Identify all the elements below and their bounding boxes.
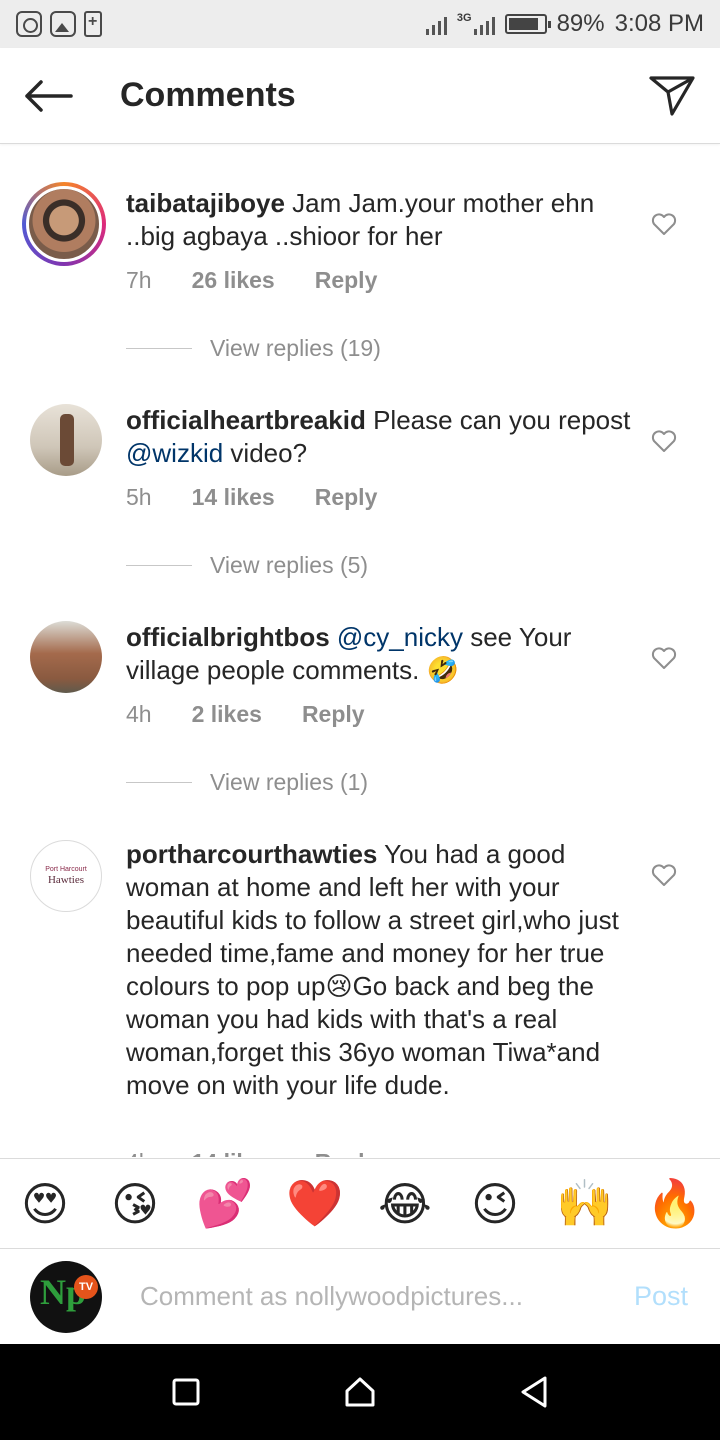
system-nav-bar <box>0 1344 720 1440</box>
comment-time: 7h <box>126 267 152 293</box>
avatar[interactable] <box>22 182 106 266</box>
gallery-icon <box>50 11 76 37</box>
direct-message-button[interactable] <box>624 48 720 144</box>
home-icon[interactable] <box>343 1375 377 1409</box>
reply-button[interactable]: Reply <box>315 1149 378 1157</box>
comment-meta: 4h 14 likes Reply <box>126 1149 377 1157</box>
likes-count[interactable]: 14 likes <box>192 1149 275 1157</box>
header: Comments <box>0 48 720 144</box>
comment-meta: 4h 2 likes Reply <box>126 701 365 728</box>
battery-percent: 89% <box>556 10 605 37</box>
emoji-quick-bar: 😍 😘 💕 ❤️ 😂 😉 🙌 🔥 <box>0 1158 720 1248</box>
comment-time: 4h <box>126 701 152 727</box>
view-replies-button[interactable]: View replies (19) <box>126 335 381 362</box>
comment-time: 4h <box>126 1149 152 1157</box>
emoji-kiss[interactable]: 😘 <box>106 1177 164 1231</box>
avatar-brand-bottom: Hawties <box>47 874 85 886</box>
emoji-two-hearts[interactable]: 💕 <box>196 1176 254 1231</box>
reply-button[interactable]: Reply <box>315 484 378 511</box>
likes-count[interactable]: 26 likes <box>192 267 275 294</box>
comment-meta: 5h 14 likes Reply <box>126 484 377 511</box>
comment-username[interactable]: taibatajiboye <box>126 188 285 218</box>
comment-meta: 7h 26 likes Reply <box>126 267 377 294</box>
heart-icon[interactable] <box>650 427 678 455</box>
heart-icon[interactable] <box>650 644 678 672</box>
view-replies-button[interactable]: View replies (1) <box>126 769 368 796</box>
mention-link[interactable]: @cy_nicky <box>337 622 463 652</box>
comment-username[interactable]: officialheartbreakid <box>126 405 366 435</box>
battery-icon <box>504 14 551 34</box>
post-button[interactable]: Post <box>634 1281 688 1312</box>
comment-username[interactable]: portharcourthawties <box>126 839 377 869</box>
view-replies-button[interactable]: View replies (5) <box>126 552 368 579</box>
comment-text: taibatajiboye Jam Jam.your mother ehn ..… <box>126 187 636 253</box>
heart-icon[interactable] <box>650 210 678 238</box>
page-title: Comments <box>120 76 296 114</box>
comment-text: portharcourthawties You had a good woman… <box>126 838 636 1102</box>
emoji-fire[interactable]: 🔥 <box>646 1176 704 1231</box>
view-replies-label: View replies (1) <box>210 769 369 795</box>
reply-button[interactable]: Reply <box>315 267 378 294</box>
instagram-icon <box>16 11 42 37</box>
system-status: 3G 89% 3:08 PM <box>425 10 704 38</box>
avatar-badge: TV <box>74 1274 98 1299</box>
arrow-left-icon <box>25 79 73 112</box>
back-nav-icon[interactable] <box>519 1375 549 1409</box>
heart-icon[interactable] <box>650 861 678 889</box>
comment-username[interactable]: officialbrightbos <box>126 622 330 652</box>
emoji-raised-hands[interactable]: 🙌 <box>556 1176 614 1231</box>
paper-plane-icon <box>649 75 695 116</box>
comment-time: 5h <box>126 484 152 510</box>
signal-icon <box>425 13 447 35</box>
emoji-tears-of-joy[interactable]: 😂 <box>376 1177 434 1231</box>
signal-icon-2 <box>473 13 495 35</box>
comment-text: officialbrightbos @cy_nicky see Your vil… <box>126 622 572 685</box>
comment-input[interactable]: Comment as nollywoodpictures... <box>140 1281 523 1312</box>
comment-text: officialheartbreakid Please can you repo… <box>126 405 631 468</box>
emoji-heart-eyes[interactable]: 😍 <box>16 1177 74 1231</box>
clock: 3:08 PM <box>614 10 704 37</box>
avatar: Np TV <box>30 1260 102 1333</box>
view-replies-label: View replies (5) <box>210 552 369 578</box>
avatar[interactable] <box>30 621 102 693</box>
comment-composer: Np TV Comment as nollywoodpictures... Po… <box>0 1248 720 1344</box>
recents-icon[interactable] <box>171 1377 201 1407</box>
comment-body: You had a good woman at home and left he… <box>126 839 619 1100</box>
likes-count[interactable]: 14 likes <box>192 484 275 511</box>
notification-icons <box>16 11 102 37</box>
comments-list[interactable]: taibatajiboye Jam Jam.your mother ehn ..… <box>0 145 720 1157</box>
avatar[interactable] <box>30 404 102 476</box>
emoji-red-heart[interactable]: ❤️ <box>286 1176 344 1231</box>
view-replies-label: View replies (19) <box>210 335 381 361</box>
network-type: 3G <box>456 12 472 24</box>
likes-count[interactable]: 2 likes <box>192 701 262 728</box>
avatar-brand-top: Port Harcourt <box>45 866 87 873</box>
mention-link[interactable]: @wizkid <box>126 438 223 468</box>
reply-button[interactable]: Reply <box>302 701 365 728</box>
status-bar: 3G 89% 3:08 PM <box>0 0 720 48</box>
avatar[interactable]: Port Harcourt Hawties <box>30 840 102 912</box>
emoji-wink[interactable]: 😉 <box>466 1177 524 1231</box>
back-button[interactable] <box>0 48 96 144</box>
battery-saver-icon <box>84 11 102 37</box>
